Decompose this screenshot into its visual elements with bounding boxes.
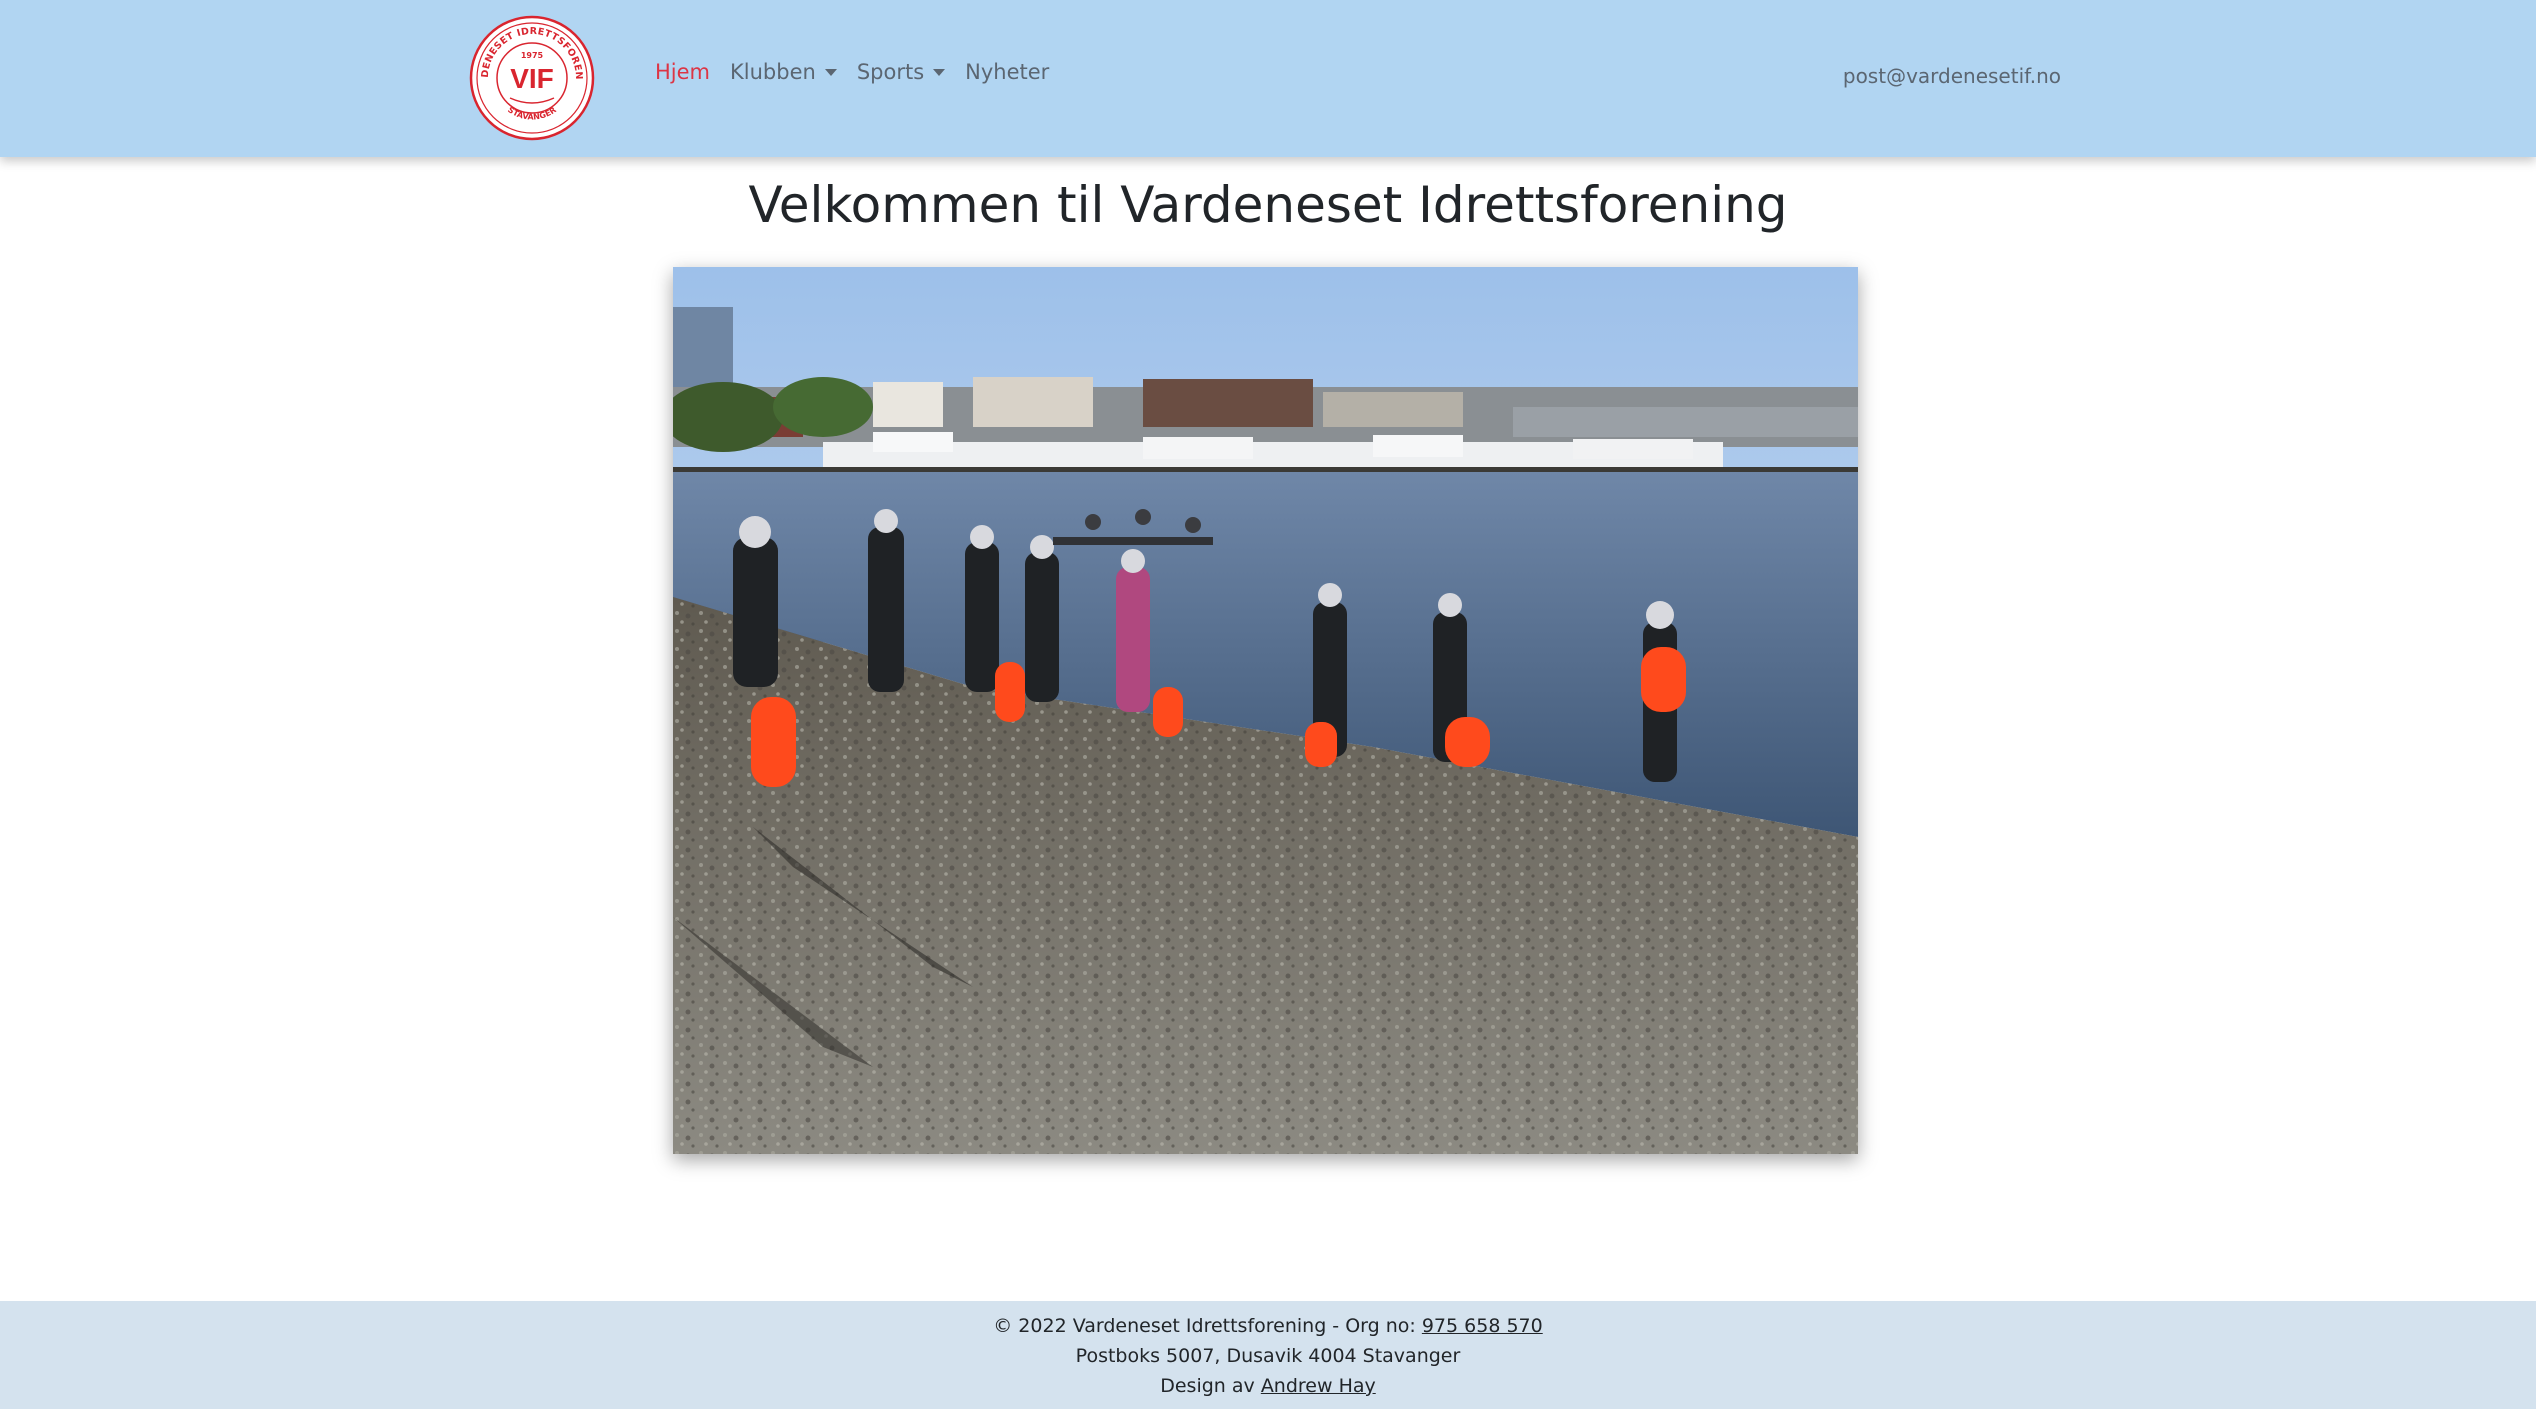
footer-copyright-line: © 2022 Vardeneset Idrettsforening - Org … — [0, 1311, 2536, 1341]
svg-text:1975: 1975 — [521, 51, 544, 60]
nav-link-hjem[interactable]: Hjem — [655, 60, 710, 84]
site-footer: © 2022 Vardeneset Idrettsforening - Org … — [0, 1301, 2536, 1409]
nav-link-sports[interactable]: Sports — [856, 60, 946, 84]
footer-address: Postboks 5007, Dusavik 4004 Stavanger — [1075, 1345, 1461, 1367]
nav-link-label: Klubben — [730, 60, 816, 84]
footer-design-prefix: Design av — [1160, 1375, 1261, 1397]
nav-link-label: Nyheter — [965, 60, 1050, 84]
caret-down-icon — [933, 68, 946, 76]
svg-text:VIF: VIF — [510, 63, 554, 94]
top-navbar: VARDENESET IDRETTSFORENING STAVANGER 197… — [0, 0, 2536, 157]
designer-link[interactable]: Andrew Hay — [1261, 1375, 1376, 1397]
footer-design-line: Design av Andrew Hay — [0, 1371, 2536, 1401]
harbour-swimmers-image — [673, 267, 1858, 1154]
page-title: Velkommen til Vardeneset Idrettsforening — [748, 176, 1788, 234]
nav-link-label: Sports — [856, 60, 925, 84]
org-number-link[interactable]: 975 658 570 — [1422, 1315, 1543, 1337]
nav-link-label: Hjem — [655, 60, 711, 84]
caret-down-icon — [824, 68, 837, 76]
hero-photo — [673, 267, 1858, 1154]
footer-copyright: © 2022 Vardeneset Idrettsforening - Org … — [993, 1315, 1422, 1337]
contact-email-link[interactable]: post@vardenesetif.no — [1843, 64, 2061, 88]
nav-link-nyheter[interactable]: Nyheter — [965, 60, 1049, 84]
nav-link-klubben[interactable]: Klubben — [730, 60, 837, 84]
main-nav: Hjem Klubben Sports Nyheter — [655, 60, 1069, 84]
vif-emblem-icon: VARDENESET IDRETTSFORENING STAVANGER 197… — [464, 6, 595, 141]
club-logo[interactable]: VARDENESET IDRETTSFORENING STAVANGER 197… — [464, 6, 596, 142]
